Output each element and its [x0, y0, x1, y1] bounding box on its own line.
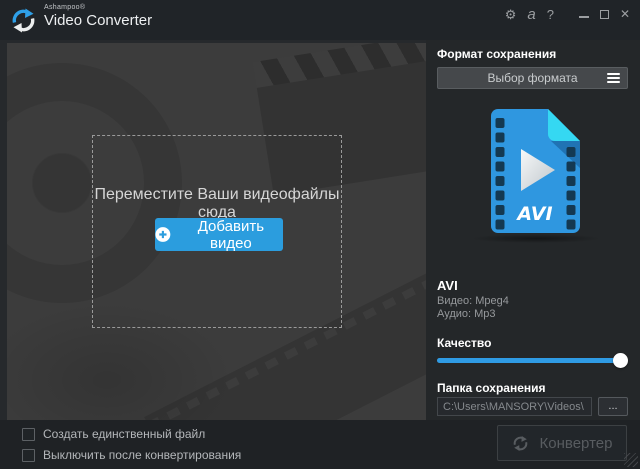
- brand-ashampoo: Ashampoo®: [44, 4, 152, 12]
- resize-grip[interactable]: [624, 453, 638, 467]
- single-file-checkbox-row[interactable]: Создать единственный файл: [22, 427, 205, 441]
- save-folder-input[interactable]: [437, 397, 592, 416]
- brand-block: Ashampoo® Video Converter: [44, 4, 152, 29]
- app-logo-sync-icon: [10, 7, 37, 34]
- avi-icon-label: AVI: [515, 203, 552, 225]
- app-window: Ashampoo® Video Converter ⚙ a ? ✕ Переме…: [0, 0, 640, 469]
- single-file-checkbox-label: Создать единственный файл: [43, 427, 205, 441]
- plus-circle-icon: [155, 226, 171, 243]
- quality-slider-thumb[interactable]: [613, 353, 628, 368]
- avi-file-icon: AVI: [488, 106, 583, 236]
- shutdown-checkbox-row[interactable]: Выключить после конвертирования: [22, 448, 241, 462]
- app-title: Video Converter: [44, 13, 152, 30]
- add-video-button-label: Добавить видео: [179, 218, 283, 252]
- quality-heading: Качество: [437, 336, 491, 350]
- help-icon[interactable]: ?: [547, 8, 554, 21]
- maximize-icon[interactable]: [600, 10, 609, 19]
- convert-button[interactable]: Конвертер: [497, 425, 627, 461]
- format-heading: Формат сохранения: [437, 47, 556, 61]
- shutdown-checkbox-label: Выключить после конвертирования: [43, 448, 241, 462]
- quality-slider[interactable]: [437, 353, 628, 368]
- audio-codec-line: Аудио: Mp3: [437, 308, 496, 320]
- selected-format-name: AVI: [437, 278, 458, 293]
- browse-folder-button[interactable]: ...: [598, 397, 628, 416]
- convert-sync-icon: [512, 435, 529, 452]
- drop-target-area[interactable]: Переместите Ваши видеофайлы сюда Добавит…: [92, 135, 342, 328]
- sidebar: Формат сохранения Выбор формата: [426, 40, 640, 420]
- minimize-icon[interactable]: [579, 16, 589, 18]
- close-icon[interactable]: ✕: [620, 8, 630, 20]
- drop-panel[interactable]: Переместите Ваши видеофайлы сюда Добавит…: [7, 43, 426, 420]
- save-folder-heading: Папка сохранения: [437, 381, 546, 395]
- save-folder-row: ...: [437, 397, 628, 416]
- quality-slider-fill: [437, 358, 620, 363]
- hamburger-menu-icon: [607, 73, 620, 83]
- titlebar-icons: ⚙ a ? ✕: [505, 2, 630, 26]
- choose-format-button[interactable]: Выбор формата: [437, 67, 628, 89]
- shutdown-checkbox[interactable]: [22, 449, 35, 462]
- video-codec-line: Видео: Mpeg4: [437, 295, 509, 307]
- convert-button-label: Конвертер: [540, 435, 613, 452]
- settings-gear-icon[interactable]: ⚙: [505, 8, 517, 21]
- add-video-button[interactable]: Добавить видео: [155, 218, 283, 251]
- bottombar: Создать единственный файл Выключить посл…: [0, 420, 640, 469]
- choose-format-label: Выбор формата: [487, 71, 577, 85]
- titlebar: Ashampoo® Video Converter ⚙ a ? ✕: [0, 0, 640, 40]
- single-file-checkbox[interactable]: [22, 428, 35, 441]
- language-icon[interactable]: a: [527, 7, 535, 22]
